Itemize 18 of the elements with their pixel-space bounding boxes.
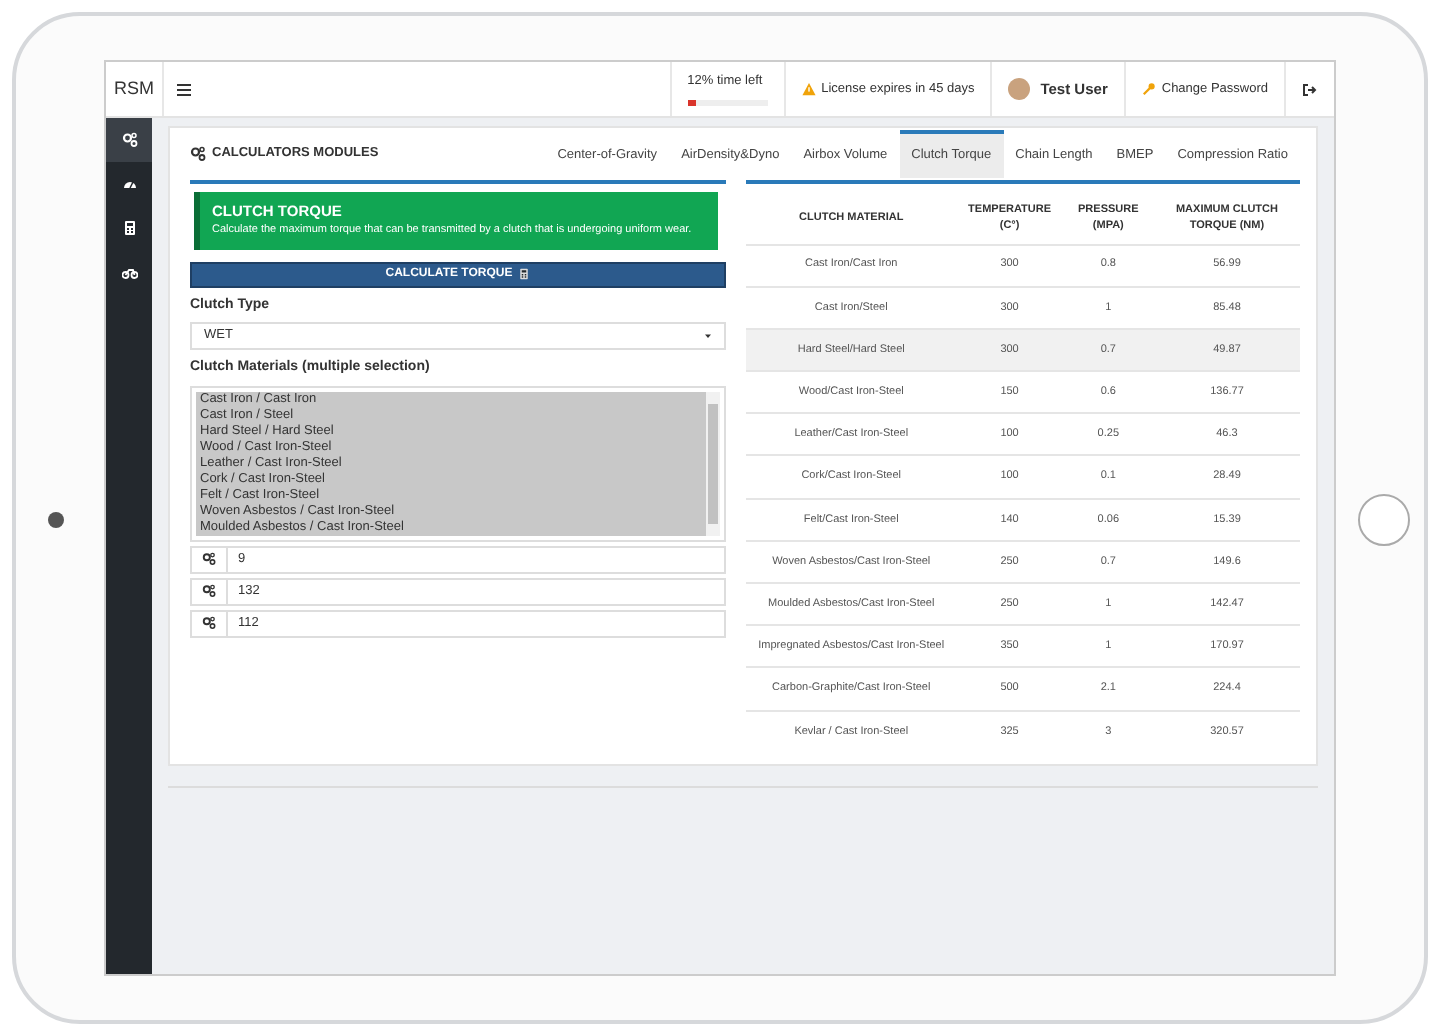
logout-icon[interactable] (1302, 81, 1318, 97)
gears-icon (202, 584, 216, 599)
gears-icon (202, 552, 216, 567)
calculator-icon (518, 268, 531, 281)
gauge-icon (121, 176, 137, 192)
sidebar-item[interactable] (106, 118, 152, 162)
gears-icon (202, 616, 216, 631)
motorcycle-icon (121, 264, 137, 280)
user-avatar (1008, 78, 1031, 100)
scrollbar[interactable] (706, 391, 720, 536)
key-icon (1141, 82, 1156, 96)
gears-icon (190, 146, 206, 162)
warning-icon (801, 82, 816, 96)
brand-logo[interactable]: RSM (106, 75, 162, 103)
calculator-icon (121, 220, 137, 236)
menu-icon[interactable] (176, 81, 192, 97)
gears-icon (121, 132, 137, 148)
materials-list[interactable] (190, 385, 726, 542)
